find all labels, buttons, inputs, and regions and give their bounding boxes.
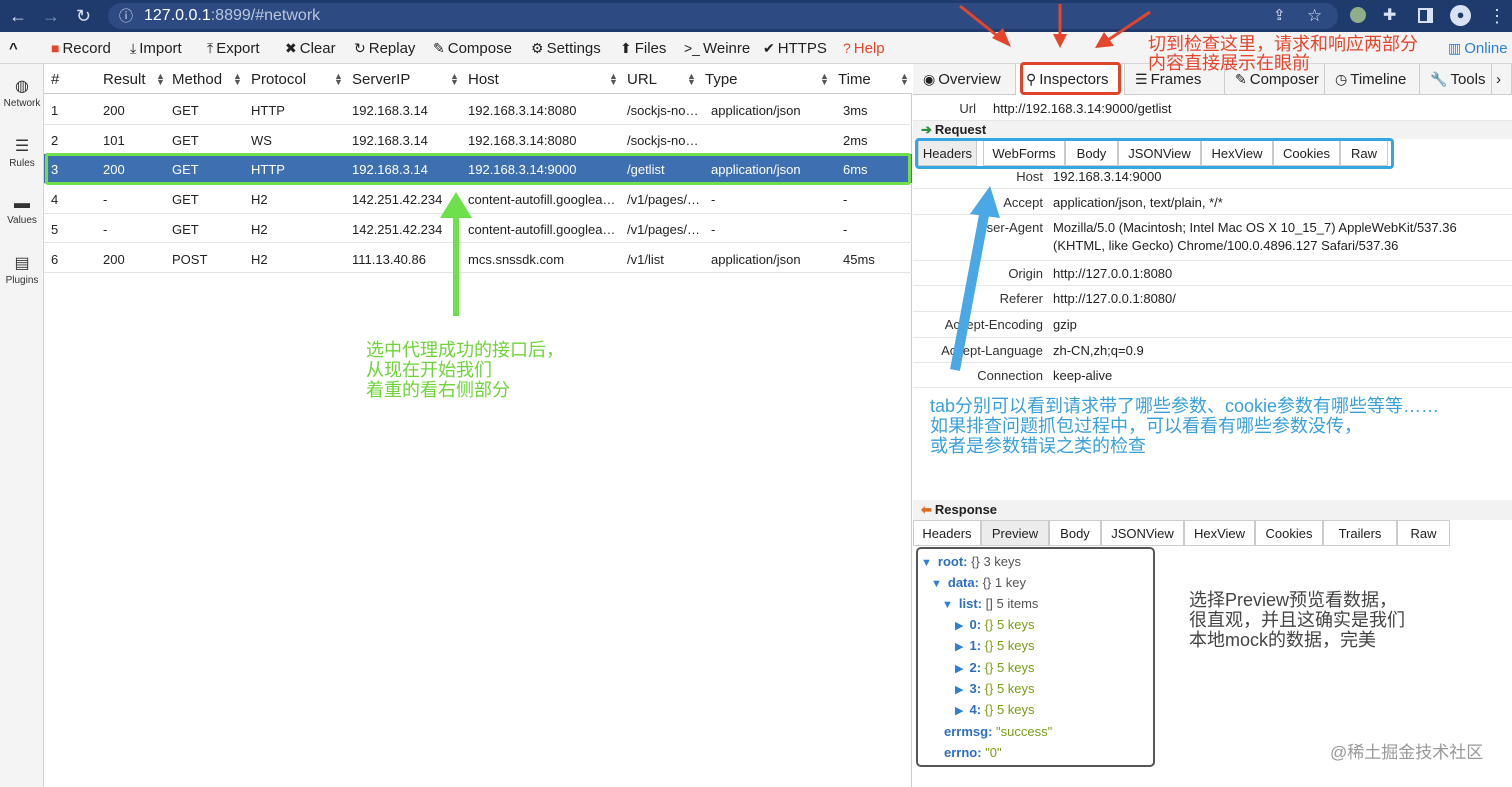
annotation-red: 切到检查这里，请求和响应两部分 内容直接展示在眼前 (1148, 35, 1418, 73)
annotation-line: 着重的看右侧部分 (366, 380, 510, 400)
green-arrow-head (440, 192, 472, 218)
red-arrow-3-shaft (1107, 10, 1151, 42)
annotation-line: 如果排查问题抓包过程中，可以看看有哪些参数没传， (930, 416, 1362, 436)
red-arrow-1-head (992, 28, 1011, 47)
annotation-line: 选择Preview预览看数据， (1189, 590, 1398, 610)
annotation-line: 或者是参数错误之类的检查 (930, 436, 1146, 456)
annotation-line: 本地mock的数据，完美 (1189, 630, 1377, 650)
annotation-gray: 选择Preview预览看数据， 很直观，并且这确实是我们 本地mock的数据，完… (1189, 590, 1405, 650)
annotation-blue: tab分别可以看到请求带了哪些参数、cookie参数有哪些等等…… 如果排查问题… (930, 396, 1439, 456)
annotation-green: 选中代理成功的接口后， 从现在开始我们 着重的看右侧部分 (366, 340, 564, 400)
annotation-line: 切到检查这里，请求和响应两部分 (1148, 34, 1418, 54)
blue-arrow-shaft (950, 209, 990, 371)
watermark: @稀土掘金技术社区 (1330, 743, 1484, 762)
annotation-line: tab分别可以看到请求带了哪些参数、cookie参数有哪些等等…… (930, 396, 1440, 416)
annotation-arrows (440, 4, 1151, 371)
red-arrow-2-head (1053, 34, 1067, 48)
annotation-line: 从现在开始我们 (366, 360, 492, 380)
annotation-line: 很直观，并且这确实是我们 (1189, 610, 1405, 630)
red-arrow-3-head (1095, 32, 1114, 48)
annotation-line: 选中代理成功的接口后， (366, 340, 564, 360)
red-arrow-1-shaft (959, 4, 1001, 40)
blue-arrow-head (970, 186, 1000, 218)
annotation-line: 内容直接展示在眼前 (1148, 53, 1310, 73)
